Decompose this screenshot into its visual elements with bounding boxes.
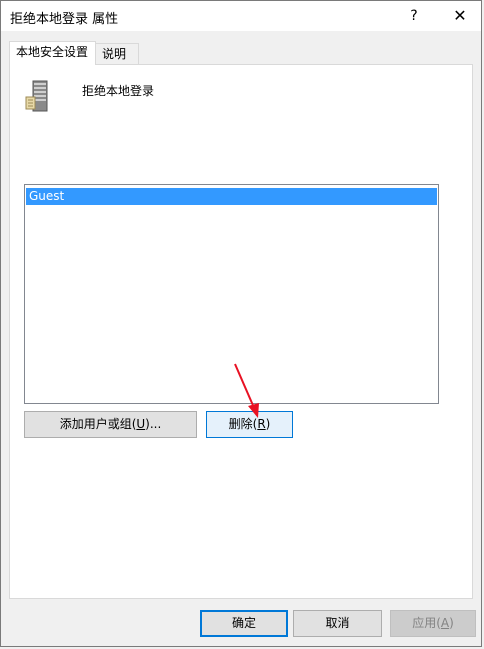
title-bar: 拒绝本地登录 属性 ? ✕ [1, 1, 481, 31]
window-title: 拒绝本地登录 属性 [10, 12, 119, 27]
list-item[interactable]: Guest [26, 188, 437, 205]
close-icon[interactable]: ✕ [448, 5, 472, 27]
user-group-list[interactable]: Guest [24, 184, 439, 404]
apply-button[interactable]: 应用(A) [390, 610, 476, 637]
cancel-button[interactable]: 取消 [293, 610, 382, 637]
remove-button[interactable]: 删除(R) [206, 411, 293, 438]
help-icon[interactable]: ? [402, 5, 426, 27]
server-icon [25, 80, 48, 112]
tab-local-security-setting[interactable]: 本地安全设置 [9, 41, 96, 65]
ok-button[interactable]: 确定 [200, 610, 288, 637]
policy-name: 拒绝本地登录 [82, 84, 155, 98]
add-user-or-group-button[interactable]: 添加用户或组(U)... [24, 411, 197, 438]
tab-explain[interactable]: 说明 [95, 43, 139, 65]
